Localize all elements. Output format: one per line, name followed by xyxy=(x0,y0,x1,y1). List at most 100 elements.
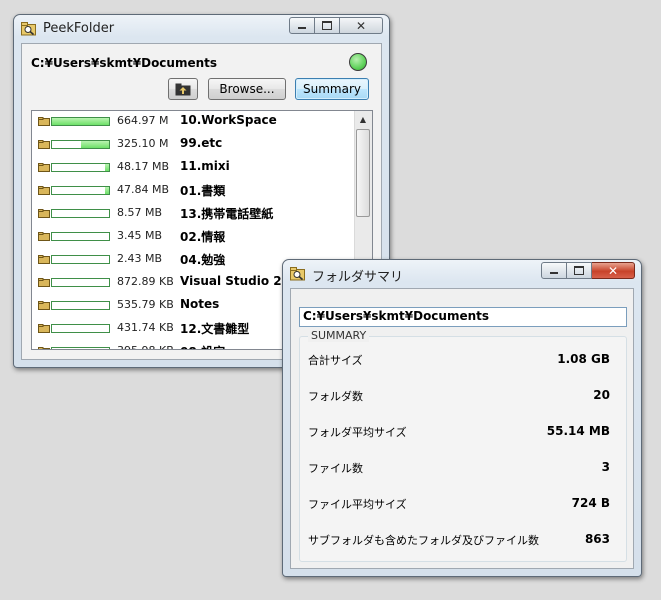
size-ratio-bar xyxy=(51,278,110,287)
app-folder-magnifier-icon xyxy=(21,22,36,36)
folder-name: 11.mixi xyxy=(180,159,230,173)
folder-size: 395.98 KB xyxy=(117,344,174,349)
summary-label: サブフォルダも含めたフォルダ及びファイル数 xyxy=(308,534,539,547)
folder-summary-window: フォルダサマリ ✕ C:¥Users¥skmt¥Documents SUMMAR… xyxy=(282,259,642,577)
window-title: PeekFolder xyxy=(43,21,115,36)
summary-group-title: SUMMARY xyxy=(308,329,370,342)
folder-name: 04.勉強 xyxy=(180,253,226,267)
summary-label: 合計サイズ xyxy=(308,354,363,367)
close-button[interactable]: ✕ xyxy=(340,17,383,34)
summary-value: 55.14 MB xyxy=(546,424,610,438)
folder-list-item[interactable]: 664.97 M 10.WorkSpace xyxy=(32,111,355,134)
folder-size: 431.74 KB xyxy=(117,321,174,334)
title-bar[interactable]: PeekFolder ✕ xyxy=(14,15,389,43)
summary-value: 20 xyxy=(593,388,610,402)
size-ratio-bar xyxy=(51,209,110,218)
close-icon: ✕ xyxy=(607,263,619,278)
status-indicator-icon xyxy=(349,53,367,71)
folder-size: 664.97 M xyxy=(117,114,169,127)
folder-name: 13.携帯電話壁紙 xyxy=(180,207,274,221)
folder-name: Notes xyxy=(180,297,220,311)
size-ratio-fill xyxy=(81,141,109,148)
summary-path-field[interactable]: C:¥Users¥skmt¥Documents xyxy=(299,307,627,327)
scroll-up-arrow-icon[interactable]: ▲ xyxy=(355,111,371,127)
folder-size: 47.84 MB xyxy=(117,183,170,196)
size-ratio-fill xyxy=(52,118,109,125)
size-ratio-bar xyxy=(51,186,110,195)
close-icon: ✕ xyxy=(355,18,367,33)
summary-value: 863 xyxy=(584,532,610,546)
folder-name: 08.設定 xyxy=(180,343,225,349)
summary-row: ファイル平均サイズ 724 B xyxy=(308,496,610,512)
size-ratio-fill xyxy=(105,164,109,171)
folder-icon xyxy=(38,324,50,333)
folder-size: 872.89 KB xyxy=(117,275,174,288)
minimize-button[interactable] xyxy=(541,262,567,279)
summary-button[interactable]: Summary xyxy=(295,78,369,100)
folder-list-item[interactable]: 3.45 MB 02.情報 xyxy=(32,226,355,249)
size-ratio-bar xyxy=(51,301,110,310)
maximize-icon xyxy=(322,21,332,30)
summary-row: ファイル数 3 xyxy=(308,460,610,476)
folder-name: 02.情報 xyxy=(180,230,226,244)
summary-row: サブフォルダも含めたフォルダ及びファイル数 863 xyxy=(308,532,610,548)
summary-label: フォルダ平均サイズ xyxy=(308,426,407,439)
summary-value: 1.08 GB xyxy=(557,352,610,366)
folder-name: 10.WorkSpace xyxy=(180,113,277,127)
close-button[interactable]: ✕ xyxy=(592,262,635,279)
folder-icon xyxy=(38,117,50,126)
size-ratio-fill xyxy=(105,187,109,194)
folder-size: 535.79 KB xyxy=(117,298,174,311)
folder-icon xyxy=(38,163,50,172)
folder-name: 01.書類 xyxy=(180,184,226,198)
parent-folder-button[interactable] xyxy=(168,78,198,100)
folder-list-item[interactable]: 48.17 MB 11.mixi xyxy=(32,157,355,180)
folder-size: 325.10 M xyxy=(117,137,169,150)
summary-client-area: C:¥Users¥skmt¥Documents SUMMARY 合計サイズ 1.0… xyxy=(290,288,634,569)
folder-list-item[interactable]: 325.10 M 99.etc xyxy=(32,134,355,157)
current-path-label: C:¥Users¥skmt¥Documents xyxy=(31,56,218,70)
minimize-icon xyxy=(550,272,558,274)
summary-label: ファイル数 xyxy=(308,462,363,475)
summary-row: 合計サイズ 1.08 GB xyxy=(308,352,610,368)
scrollbar-thumb[interactable] xyxy=(356,129,370,217)
folder-icon xyxy=(38,232,50,241)
folder-icon xyxy=(38,186,50,195)
size-ratio-bar xyxy=(51,347,110,349)
summary-row: フォルダ数 20 xyxy=(308,388,610,404)
summary-group: SUMMARY 合計サイズ 1.08 GB フォルダ数 20 フォルダ平均サイズ 55.1… xyxy=(299,329,627,562)
folder-size: 3.45 MB xyxy=(117,229,163,242)
folder-list-item[interactable]: 47.84 MB 01.書類 xyxy=(32,180,355,203)
size-ratio-bar xyxy=(51,140,110,149)
folder-icon xyxy=(38,278,50,287)
folder-name: 12.文書雛型 xyxy=(180,322,250,336)
folder-icon xyxy=(38,301,50,310)
size-ratio-bar xyxy=(51,255,110,264)
maximize-button[interactable] xyxy=(315,17,340,34)
folder-icon xyxy=(38,255,50,264)
folder-name: 99.etc xyxy=(180,136,223,150)
folder-size: 8.57 MB xyxy=(117,206,163,219)
summary-row: フォルダ平均サイズ 55.14 MB xyxy=(308,424,610,440)
size-ratio-bar xyxy=(51,232,110,241)
summary-title-bar[interactable]: フォルダサマリ ✕ xyxy=(283,260,641,288)
folder-icon xyxy=(38,347,50,349)
folder-size: 48.17 MB xyxy=(117,160,170,173)
maximize-icon xyxy=(574,266,584,275)
folder-icon xyxy=(38,140,50,149)
browse-button[interactable]: Browse... xyxy=(208,78,286,100)
summary-label: フォルダ数 xyxy=(308,390,363,403)
summary-window-title: フォルダサマリ xyxy=(312,270,404,285)
app-folder-magnifier-icon xyxy=(290,267,305,281)
size-ratio-bar xyxy=(51,324,110,333)
summary-value: 724 B xyxy=(571,496,610,510)
minimize-button[interactable] xyxy=(289,17,315,34)
summary-label: ファイル平均サイズ xyxy=(308,498,407,511)
folder-up-icon xyxy=(175,83,191,95)
folder-size: 2.43 MB xyxy=(117,252,163,265)
maximize-button[interactable] xyxy=(567,262,592,279)
size-ratio-bar xyxy=(51,163,110,172)
folder-list-item[interactable]: 8.57 MB 13.携帯電話壁紙 xyxy=(32,203,355,226)
size-ratio-bar xyxy=(51,117,110,126)
minimize-icon xyxy=(298,27,306,29)
